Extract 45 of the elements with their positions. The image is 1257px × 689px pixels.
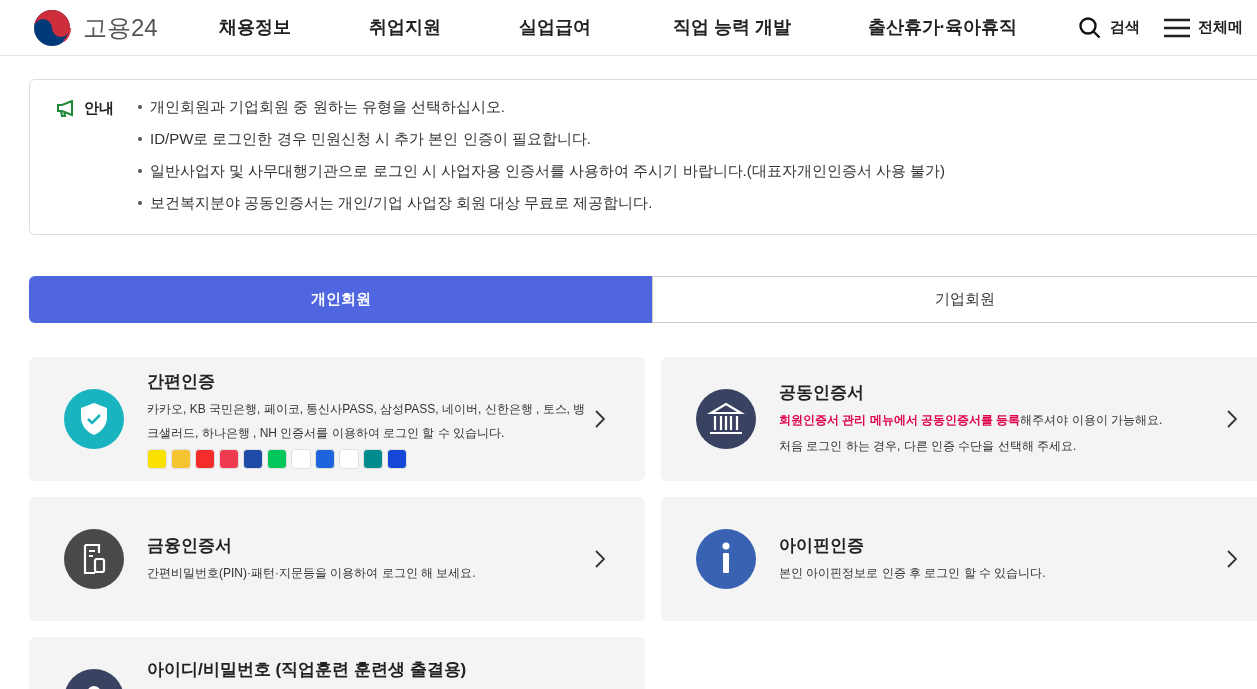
card-title: 아이핀인증: [779, 535, 865, 558]
info-icon: [696, 529, 756, 589]
menu-button[interactable]: 전체메: [1164, 16, 1243, 39]
megaphone-icon: [56, 100, 76, 118]
card-description: 처음 로그인 하는 경우, 다른 인증 수단을 선택해 주세요.: [779, 437, 1078, 455]
nav-link[interactable]: 직업 능력 개발: [630, 14, 835, 41]
member-tab[interactable]: 개인회원: [29, 276, 652, 323]
nav-link[interactable]: 채용정보: [180, 14, 330, 41]
card-title: 금융인증서: [147, 535, 233, 558]
login-option-card[interactable]: 아이디/비밀번호 (직업훈련 훈련생 출결용): [29, 637, 645, 689]
menu-icon: [1164, 17, 1190, 38]
login-option-card[interactable]: 간편인증 카카오, KB 국민은행, 페이코, 통신사PASS, 삼성PASS, 네이버, 신한은행 , 토스, 뱅크샐러드, 하나은행 , NH 인증서를 이용하여 로그인 할 수 있습니다.: [29, 357, 645, 481]
notice-text: 개인회원과 기업회원 중 원하는 유형을 선택하십시오.: [150, 96, 505, 117]
chevron-right-icon: [1227, 550, 1237, 568]
chevron-right-icon: [595, 550, 605, 568]
nav-link[interactable]: 취업지원: [330, 14, 480, 41]
bullet-icon: [138, 105, 142, 109]
notice-text: 일반사업자 및 사무대행기관으로 로그인 시 사업자용 인증서를 사용하여 주시기 바랍니다.(대표자개인인증서 사용 불가): [150, 160, 945, 181]
site-logo-text[interactable]: 고용24: [83, 9, 158, 46]
bank-icon: [696, 389, 756, 449]
card-description: 본인 아이핀정보로 인증 후 로그인 할 수 있습니다.: [779, 564, 1047, 582]
card-title: 공동인증서: [779, 382, 865, 405]
search-button[interactable]: 검색: [1078, 15, 1140, 40]
card-description: 간편비밀번호(PIN)·패턴·지문등을 이용하여 로그인 해 보세요.: [147, 564, 477, 582]
chevron-right-icon: [1227, 410, 1237, 428]
card-title: 아이디/비밀번호 (직업훈련 훈련생 출결용): [147, 659, 468, 681]
search-icon: [1078, 15, 1102, 40]
notice-text: ID/PW로 로그인한 경우 민원신청 시 추가 본인 인증이 필요합니다.: [150, 128, 591, 149]
card-title: 간편인증: [147, 371, 216, 394]
bullet-icon: [138, 137, 142, 141]
bullet-icon: [138, 169, 142, 173]
document-icon: [64, 529, 124, 589]
notice-text: 보건복지분야 공동인증서는 개인/기업 사업장 회원 대상 무료로 제공합니다.: [150, 192, 653, 213]
shield-icon: [64, 389, 124, 449]
card-description: 회원인증서 관리 메뉴에서 공동인증서를 등록해주셔야 이용이 가능해요.: [779, 411, 1164, 429]
login-option-card[interactable]: 금융인증서 간편비밀번호(PIN)·패턴·지문등을 이용하여 로그인 해 보세요.: [29, 497, 645, 621]
login-option-card[interactable]: 아이핀인증 본인 아이핀정보로 인증 후 로그인 할 수 있습니다.: [661, 497, 1257, 621]
bullet-icon: [138, 201, 142, 205]
notice-label: 안내: [84, 98, 114, 118]
login-option-card[interactable]: 공동인증서 회원인증서 관리 메뉴에서 공동인증서를 등록해주셔야 이용이 가능해요. 처음 로그인 하는 경우, 다른 인증 수단을 선택해 주세요.: [661, 357, 1257, 481]
nav-link[interactable]: 출산휴가·육아휴직: [835, 14, 1050, 41]
card-description: 카카오, KB 국민은행, 페이코, 통신사PASS, 삼성PASS, 네이버, 신한은행 , 토스, 뱅크샐러드, 하나은행 , NH 인증서를 이용하여 로그인 할 수 있습니다.: [147, 400, 587, 442]
chevron-right-icon: [595, 410, 605, 428]
member-tab[interactable]: 기업회원: [652, 276, 1257, 323]
nav-link[interactable]: 실업급여: [480, 14, 630, 41]
